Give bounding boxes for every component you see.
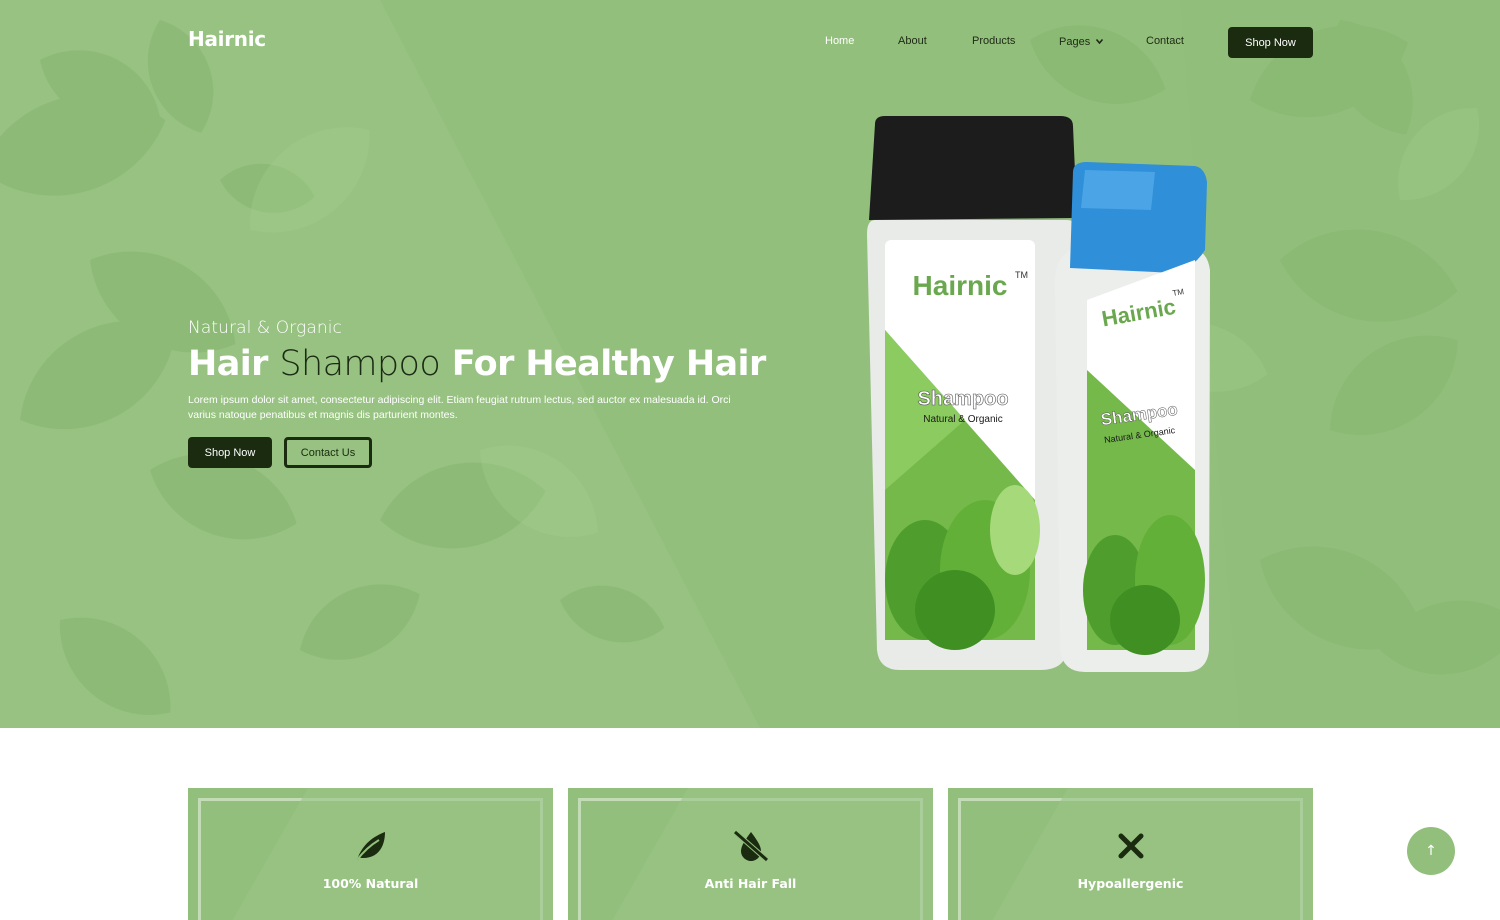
feature-card-hypoallergenic: Hypoallergenic [948,788,1313,920]
hero-eyebrow: Natural & Organic [188,318,343,338]
hero-section: Hairnic Home About Products Pages Contac… [0,0,1500,728]
leaf-icon [188,828,553,864]
headline-part-3: For Healthy Hair [451,344,766,384]
nav-shop-now-button[interactable]: Shop Now [1228,27,1313,58]
hero-shop-now-button[interactable]: Shop Now [188,437,272,468]
arrow-up-icon: ↑ [1425,843,1437,859]
bottle1-tagline: Natural & Organic [923,414,1002,425]
feature-card-natural: 100% Natural [188,788,553,920]
nav-pages[interactable]: Pages [1059,35,1104,48]
nav-about[interactable]: About [898,35,927,47]
x-icon [948,828,1313,864]
nav-home[interactable]: Home [825,35,854,47]
hero-headline: Hair Shampoo For Healthy Hair [188,344,766,384]
feature-title: Hypoallergenic [1077,876,1184,891]
nav-contact[interactable]: Contact [1146,35,1184,47]
chevron-down-icon [1096,35,1104,47]
hero-description: Lorem ipsum dolor sit amet, consectetur … [188,394,731,421]
bottle1-name: Shampoo [917,388,1008,410]
no-drop-icon [568,828,933,864]
product-image: Hairnic TM Shampoo Natural & Organic Hai… [867,116,1210,672]
headline-part-2: Shampoo [279,344,441,384]
feature-title: Anti Hair Fall [704,876,797,891]
feature-title: 100% Natural [322,876,419,891]
feature-card-anti-hair-fall: Anti Hair Fall [568,788,933,920]
back-to-top-button[interactable]: ↑ [1407,827,1455,875]
headline-part-1: Hair [188,344,268,384]
nav-products[interactable]: Products [972,35,1015,47]
hero-contact-button[interactable]: Contact Us [284,437,372,468]
bottle1-brand: Hairnic [913,270,1008,301]
nav-pages-label: Pages [1059,36,1091,48]
bottle1-tm: TM [1015,270,1028,280]
